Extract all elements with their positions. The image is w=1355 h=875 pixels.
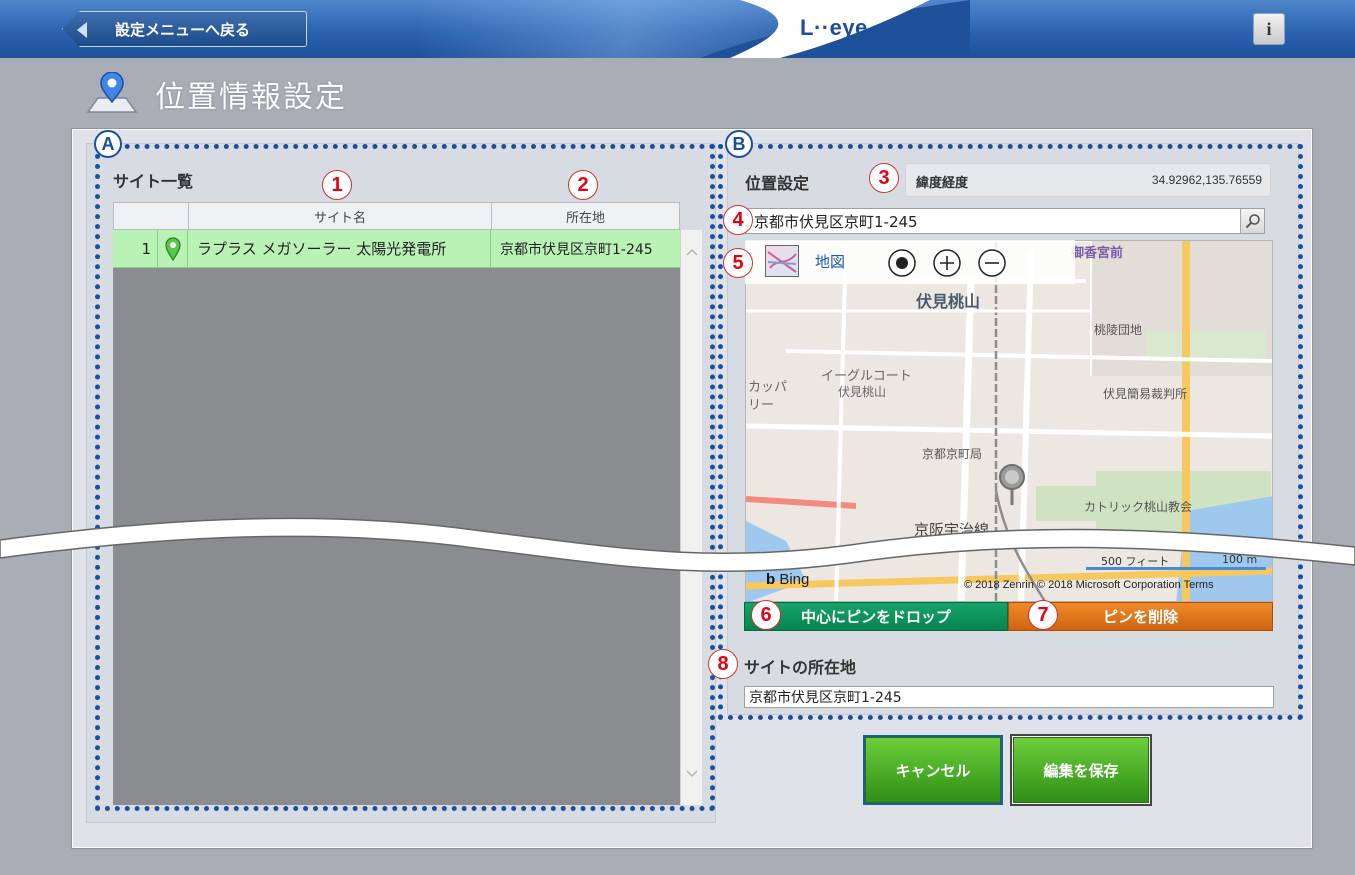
callout-6: 6 <box>751 600 781 630</box>
back-arrow-icon <box>77 22 87 38</box>
region-a-outline <box>95 144 715 811</box>
callout-8: 8 <box>708 649 738 679</box>
callout-4: 4 <box>723 205 753 235</box>
location-pin-icon <box>86 72 138 113</box>
app-logo: L··eye <box>800 15 868 40</box>
callout-2: 2 <box>568 170 598 200</box>
region-b-outline <box>718 144 1303 720</box>
back-to-settings-button[interactable]: 設定メニューへ戻る <box>62 11 307 47</box>
callout-7: 7 <box>1028 600 1058 630</box>
callout-5: 5 <box>723 248 753 278</box>
callout-1: 1 <box>322 170 352 200</box>
back-button-label: 設定メニューへ戻る <box>115 20 251 39</box>
callout-b: B <box>725 130 753 158</box>
callout-a: A <box>94 130 122 158</box>
page-title: 位置情報設定 <box>155 80 347 115</box>
info-icon: i <box>1266 18 1272 39</box>
callout-3: 3 <box>869 163 899 193</box>
save-button[interactable]: 編集を保存 <box>1013 737 1149 803</box>
info-button[interactable]: i <box>1253 13 1285 45</box>
cancel-button[interactable]: キャンセル <box>865 737 1001 803</box>
content-break-wave <box>0 517 1355 573</box>
